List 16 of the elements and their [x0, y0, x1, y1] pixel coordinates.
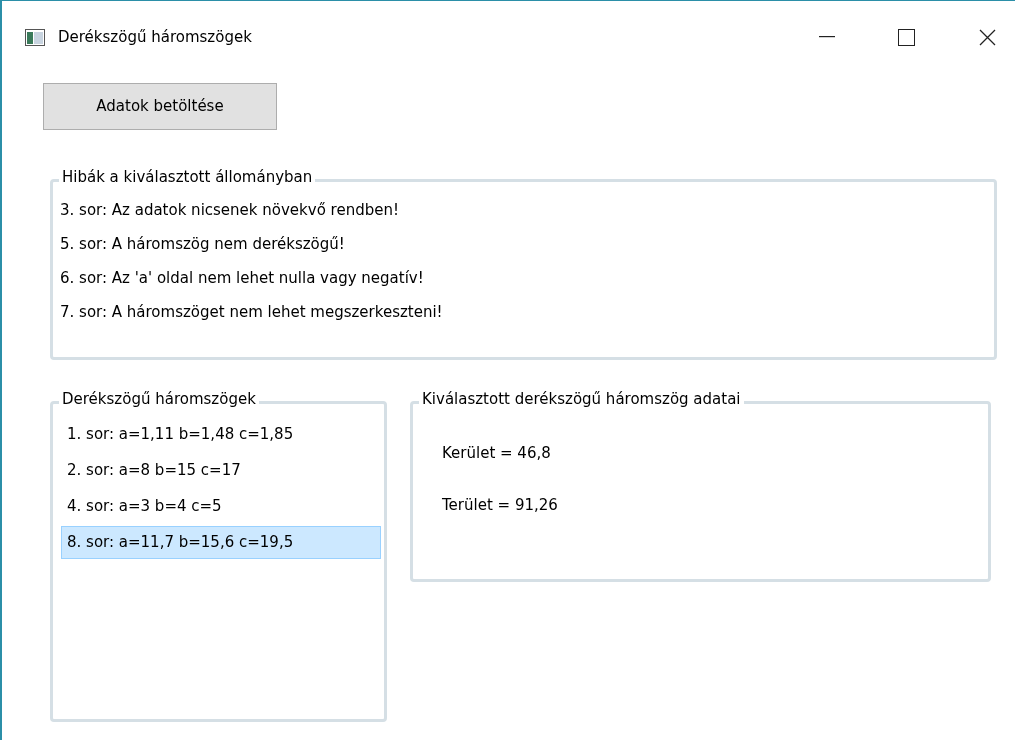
triangle-list-item[interactable]: 2. sor: a=8 b=15 c=17: [61, 454, 381, 487]
close-icon[interactable]: [979, 28, 996, 46]
load-data-button[interactable]: Adatok betöltése: [43, 83, 277, 130]
error-message: 7. sor: A háromszöget nem lehet megszerkeszteni!: [60, 302, 444, 323]
minimize-icon[interactable]: [819, 36, 835, 38]
maximize-icon[interactable]: [898, 28, 915, 46]
triangle-list-item[interactable]: 8. sor: a=11,7 b=15,6 c=19,5: [61, 526, 381, 559]
detail-value: Kerület = 46,8: [442, 443, 552, 464]
app-icon: [25, 28, 45, 46]
error-message: 5. sor: A háromszög nem derékszögű!: [60, 234, 346, 255]
triangle-list-item[interactable]: 1. sor: a=1,11 b=1,48 c=1,85: [61, 418, 381, 451]
window-title: Derékszögű háromszögek: [58, 26, 252, 48]
triangle-list-item[interactable]: 4. sor: a=3 b=4 c=5: [61, 490, 381, 523]
error-message: 3. sor: Az adatok nicsenek növekvő rendben!: [60, 200, 400, 221]
detail-value: Terület = 91,26: [442, 495, 559, 516]
error-message: 6. sor: Az 'a' oldal nem lehet nulla vagy negatív!: [60, 268, 425, 289]
